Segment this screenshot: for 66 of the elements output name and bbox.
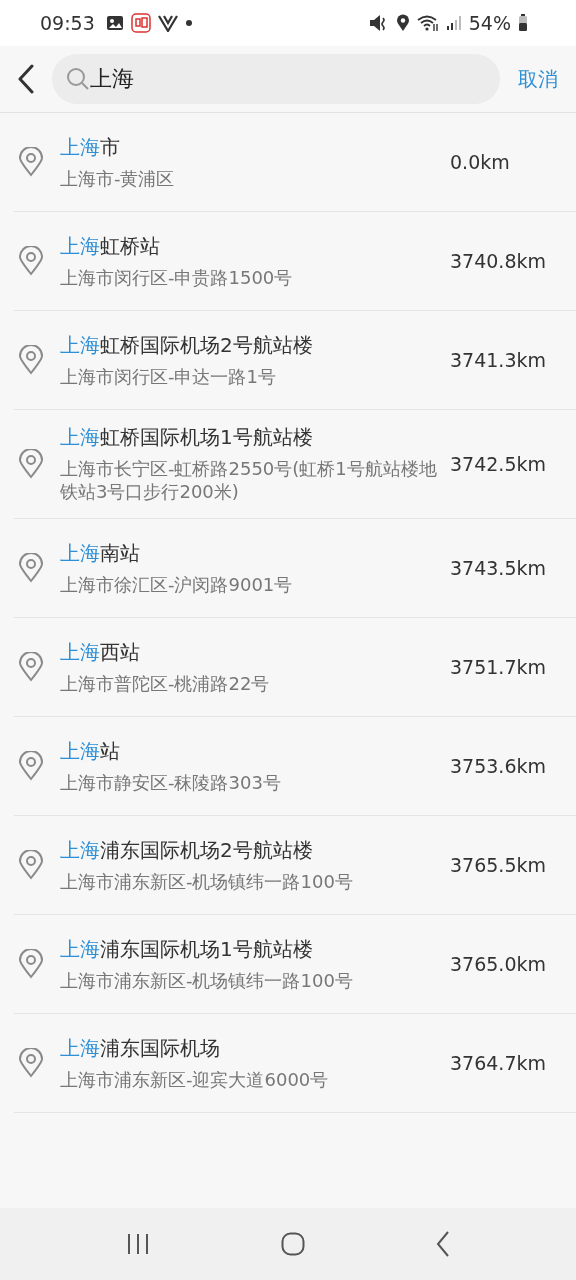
place-name: 上海浦东国际机场 [60,1034,221,1062]
result-item[interactable]: 上海虹桥国际机场1号航站楼 上海市长宁区-虹桥路2550号(虹桥1号航站楼地铁站3号口步行200米) 3742.5km [14,410,576,519]
place-address: 上海市闵行区-申达一路1号 [60,364,277,389]
place-address: 上海市闵行区-申贵路1500号 [60,265,294,290]
place-address: 上海市普陀区-桃浦路22号 [60,671,271,695]
distance: 3740.8km [450,250,546,272]
distance: 0.0km [450,151,510,173]
result-item[interactable]: 上海虹桥站 上海市闵行区-申贵路1500号 3740.8km [14,212,576,311]
place-name: 上海虹桥国际机场1号航站楼 [60,424,314,451]
distance: 3753.6km [450,754,546,777]
gallery-icon [105,15,124,31]
location-pin-icon [18,246,44,276]
home-icon[interactable] [281,1232,305,1256]
place-address: 上海市浦东新区-机场镇纬一路100号 [60,968,354,992]
place-address: 上海市长宁区-虹桥路2550号(虹桥1号航站楼地铁站3号口步行200米) [60,457,438,504]
distance: 3742.5km [450,452,546,475]
result-item[interactable]: 上海南站 上海市徐汇区-沪闵路9001号 3743.5km [14,518,576,618]
result-item[interactable]: 上海虹桥国际机场2号航站楼 上海市闵行区-申达一路1号 3741.3km [14,311,576,410]
search-icon [66,67,90,91]
search-field[interactable]: 上海 [52,54,500,104]
wifi-icon [416,14,439,32]
result-item[interactable]: 上海西站 上海市普陀区-桃浦路22号 3751.7km [14,617,576,717]
place-address: 上海市浦东新区-迎宾大道6000号 [60,1067,330,1091]
result-item[interactable]: 上海站 上海市静安区-秣陵路303号 3753.6km [14,716,576,816]
status-time: 09:53 [40,12,95,34]
place-address: 上海市徐汇区-沪闵路9001号 [60,572,294,596]
place-name: 上海南站 [60,539,141,567]
result-item[interactable]: 上海浦东国际机场2号航站楼 上海市浦东新区-机场镇纬一路100号 3765.5km [14,815,576,915]
result-item[interactable]: 上海市 上海市-黄浦区 0.0km [14,113,576,212]
place-name: 上海站 [60,737,121,765]
signal-icon [445,15,462,31]
dot-icon [184,19,193,27]
distance: 3765.5km [450,853,546,876]
back-nav-icon[interactable] [436,1231,451,1257]
place-address: 上海市静安区-秣陵路303号 [60,770,282,794]
app-icon [130,13,151,33]
location-pin-icon [18,750,44,781]
place-address: 上海市-黄浦区 [60,166,176,191]
place-name: 上海浦东国际机场1号航站楼 [60,935,314,963]
location-pin-icon [18,1047,44,1078]
back-button[interactable] [18,64,34,94]
location-pin-icon [18,651,44,682]
battery-percent: 54% [468,12,511,34]
place-name: 上海虹桥站 [60,232,161,260]
distance: 3764.7km [450,1051,546,1074]
result-item[interactable]: 上海浦东国际机场 上海市浦东新区-迎宾大道6000号 3764.7km [14,1013,576,1113]
recents-icon[interactable] [125,1233,150,1255]
place-address: 上海市浦东新区-机场镇纬一路100号 [60,869,354,893]
place-name: 上海虹桥国际机场2号航站楼 [60,331,314,359]
place-name: 上海西站 [60,638,141,666]
place-name: 上海浦东国际机场2号航站楼 [60,836,314,864]
distance: 3765.0km [450,952,546,975]
location-pin-icon [18,448,44,479]
v-icon [157,14,178,32]
distance: 3743.5km [450,556,546,579]
distance: 3751.7km [450,655,546,678]
location-pin-icon [18,552,44,583]
location-icon [395,14,410,32]
distance: 3741.3km [450,349,546,371]
result-item[interactable]: 上海浦东国际机场1号航站楼 上海市浦东新区-机场镇纬一路100号 3765.0km [14,914,576,1014]
location-pin-icon [18,147,44,177]
location-pin-icon [18,948,44,979]
location-pin-icon [18,849,44,880]
location-pin-icon [18,345,44,375]
battery-icon [518,14,528,32]
place-name: 上海市 [60,133,121,161]
